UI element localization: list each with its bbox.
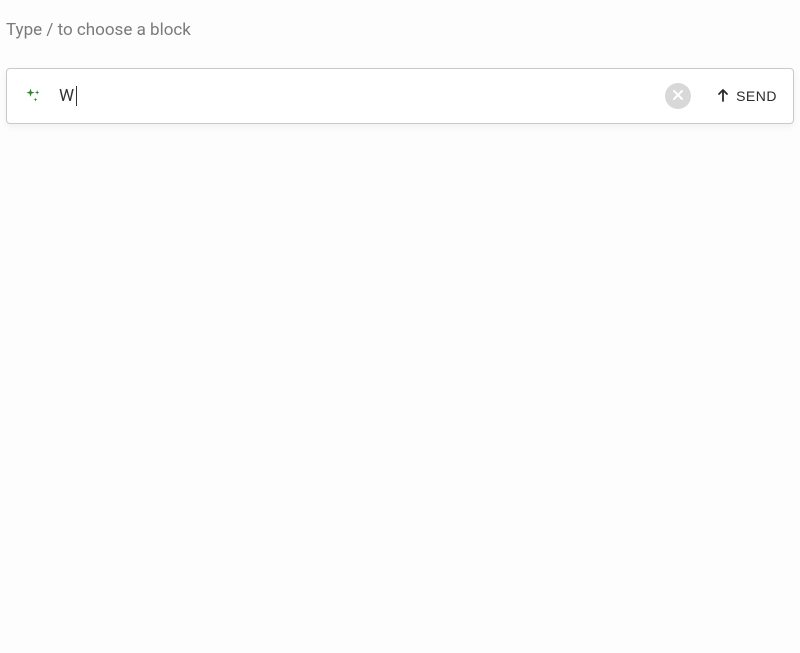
sparkle-icon: [23, 86, 43, 106]
close-icon: [672, 89, 684, 104]
prompt-input[interactable]: W: [59, 86, 649, 106]
send-button[interactable]: SEND: [715, 87, 777, 106]
arrow-up-icon: [715, 87, 731, 106]
text-cursor: [76, 86, 77, 106]
prompt-input-box[interactable]: W SEND: [6, 68, 794, 124]
clear-button[interactable]: [665, 83, 691, 109]
prompt-input-value: W: [59, 86, 75, 106]
send-button-label: SEND: [736, 88, 777, 104]
block-hint-text: Type / to choose a block: [6, 6, 794, 40]
